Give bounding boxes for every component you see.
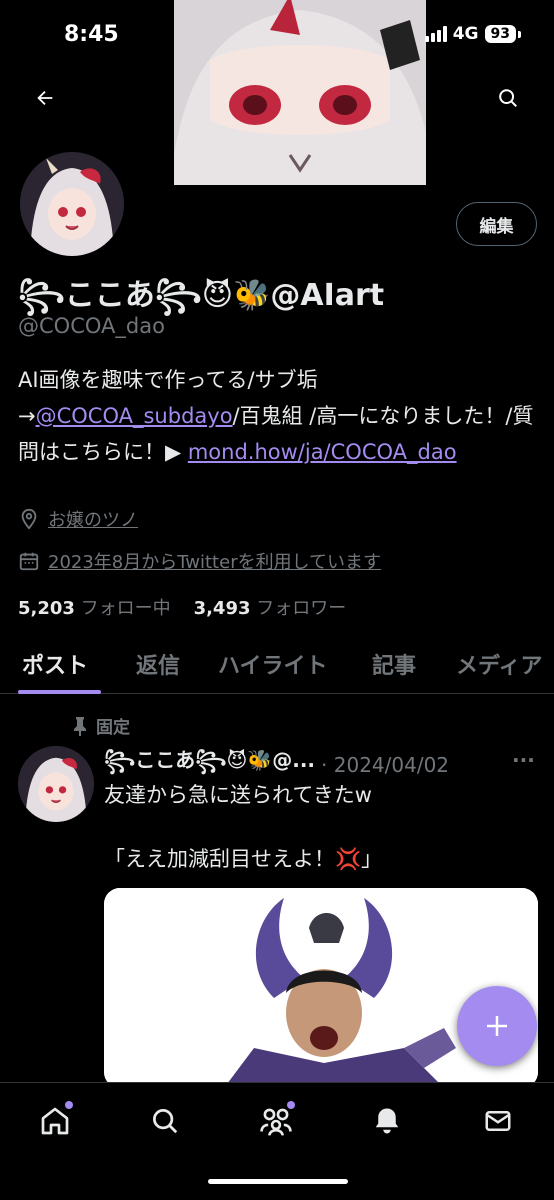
profile-tabs: ポスト 返信 ハイライト 記事 メディア — [0, 640, 554, 694]
network-type: 4G — [452, 24, 479, 44]
notification-dot — [287, 1101, 295, 1109]
pinned-indicator: 固定 — [72, 713, 130, 738]
notification-dot — [65, 1101, 73, 1109]
search-icon — [499, 89, 517, 107]
profile-handle: @COCOA_dao — [18, 314, 165, 338]
nav-messages[interactable] — [480, 1103, 516, 1139]
calendar-icon — [19, 552, 39, 571]
following-count: 5,203 — [18, 598, 75, 619]
edit-profile-button[interactable]: 編集 — [456, 202, 537, 246]
nav-home[interactable] — [37, 1101, 73, 1139]
post-more-button[interactable]: ··· — [512, 748, 535, 772]
nav-notifications[interactable] — [369, 1103, 405, 1139]
pin-icon — [74, 716, 86, 736]
follow-stats: 5,203 フォロー中 3,493 フォロワー — [18, 594, 346, 620]
post-text-line: 「ええ加減刮目せえよ！💢」 — [104, 847, 383, 871]
notifications-icon — [375, 1108, 399, 1134]
avatar-image — [18, 746, 94, 822]
followers-label: フォロワー — [250, 598, 347, 619]
profile-location: お嬢のツノ — [18, 506, 138, 532]
home-indicator[interactable] — [208, 1179, 348, 1184]
messages-icon — [485, 1111, 511, 1131]
back-arrow-icon — [37, 90, 53, 106]
back-button[interactable] — [25, 78, 65, 118]
avatar-image — [20, 152, 124, 256]
following-label: フォロー中 — [74, 598, 171, 619]
nav-explore[interactable] — [147, 1103, 183, 1139]
profile-avatar[interactable] — [16, 148, 128, 260]
tab-replies[interactable]: 返信 — [136, 648, 180, 680]
status-indicators: 4G 93 — [424, 24, 522, 44]
joined-text: 2023年8月からTwitterを利用しています — [48, 552, 382, 573]
tab-highlights[interactable]: ハイライト — [218, 648, 328, 680]
location-text[interactable]: お嬢のツノ — [48, 506, 138, 532]
pinned-label: 固定 — [96, 718, 130, 738]
bio-url-link[interactable]: mond.how/ja/COCOA_dao — [188, 440, 457, 464]
plus-icon — [487, 1016, 507, 1036]
compose-post-button[interactable] — [457, 986, 537, 1066]
tab-media[interactable]: メディア — [456, 648, 542, 680]
search-button[interactable] — [488, 78, 528, 118]
location-icon — [21, 508, 37, 530]
followers-link[interactable]: 3,493 フォロワー — [194, 598, 347, 619]
tab-articles[interactable]: 記事 — [372, 648, 416, 680]
active-tab-indicator — [18, 690, 101, 694]
profile-joined: 2023年8月からTwitterを利用しています — [18, 548, 381, 574]
post-text-line: 友達から急に送られてきたw — [104, 783, 372, 807]
status-bar: 8:45 4G 93 — [0, 0, 554, 72]
bio-mention-link[interactable]: @COCOA_subdayo — [36, 404, 233, 428]
post-author-avatar[interactable] — [18, 746, 94, 822]
communities-icon — [260, 1108, 292, 1136]
nav-communities[interactable] — [258, 1101, 295, 1139]
profile-bio: AI画像を趣味で作ってる/サブ垢→@COCOA_subdayo/百鬼組 /高一に… — [18, 362, 538, 470]
followers-count: 3,493 — [193, 598, 251, 619]
home-icon — [41, 1107, 69, 1135]
post-date[interactable]: · 2024/04/02 — [321, 753, 449, 777]
battery-level: 93 — [484, 25, 522, 43]
tab-posts[interactable]: ポスト — [22, 648, 88, 680]
signal-icon — [424, 26, 447, 42]
explore-icon — [153, 1109, 178, 1134]
status-time: 8:45 — [64, 22, 119, 47]
following-link[interactable]: 5,203 フォロー中 — [18, 598, 171, 619]
